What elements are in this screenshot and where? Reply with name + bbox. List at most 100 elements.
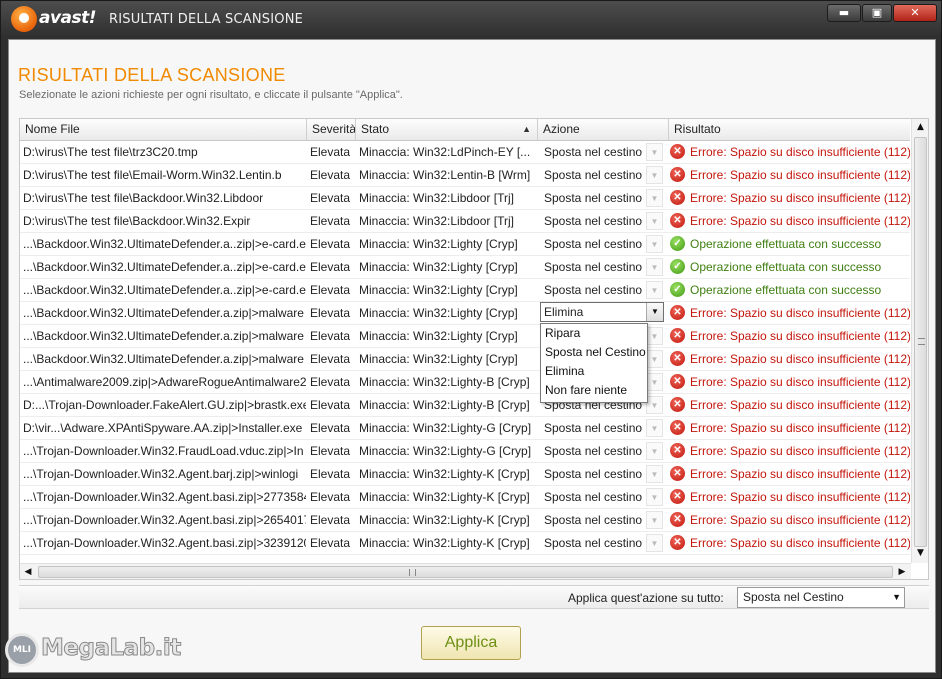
table-row[interactable]: ...\Backdoor.Win32.UltimateDefender.a..z… bbox=[20, 233, 910, 256]
success-check-icon: ✓ bbox=[670, 236, 685, 251]
cell-file-name: ...\Trojan-Downloader.Win32.Agent.basi.z… bbox=[23, 490, 306, 504]
error-x-icon: ✕ bbox=[670, 489, 685, 504]
dropdown-option-sposta[interactable]: Sposta nel Cestino bbox=[541, 343, 647, 362]
cell-severity: Elevata bbox=[310, 536, 351, 550]
cell-severity: Elevata bbox=[310, 168, 351, 182]
header-name[interactable]: Nome File bbox=[20, 119, 307, 141]
action-value: Sposta nel cestino bbox=[544, 444, 643, 458]
result-text: Errore: Spazio su disco insufficiente (1… bbox=[690, 329, 910, 343]
table-row[interactable]: ...\Trojan-Downloader.Win32.Agent.basi.z… bbox=[20, 486, 910, 509]
table-row[interactable]: D:\vir...\Adware.XPAntiSpyware.AA.zip|>I… bbox=[20, 417, 910, 440]
header-status[interactable]: Stato ▲ bbox=[356, 119, 538, 141]
chevron-down-icon[interactable]: ▼ bbox=[646, 488, 663, 506]
table-row[interactable]: ...\Backdoor.Win32.UltimateDefender.a.zi… bbox=[20, 348, 910, 371]
scroll-down-arrow-icon[interactable]: ▼ bbox=[912, 545, 928, 561]
chevron-down-icon[interactable]: ▼ bbox=[646, 189, 663, 207]
cell-file-name: ...\Backdoor.Win32.UltimateDefender.a..z… bbox=[23, 237, 306, 251]
chevron-down-icon[interactable]: ▼ bbox=[646, 419, 663, 437]
table-row[interactable]: ...\Trojan-Downloader.Win32.FraudLoad.vd… bbox=[20, 440, 910, 463]
action-select-value: Elimina bbox=[544, 305, 584, 319]
chevron-down-icon[interactable]: ▼ bbox=[646, 258, 663, 276]
header-result[interactable]: Risultato bbox=[669, 119, 910, 141]
header-action[interactable]: Azione bbox=[538, 119, 669, 141]
table-row[interactable]: D:\virus\The test file\trz3C20.tmp Elevat… bbox=[20, 141, 910, 164]
vertical-scroll-thumb[interactable] bbox=[914, 137, 927, 547]
close-button[interactable]: ✕ bbox=[893, 4, 937, 22]
cell-action-select[interactable]: Sposta nel cestino▼ bbox=[540, 164, 668, 187]
error-x-icon: ✕ bbox=[670, 144, 685, 159]
cell-action-select[interactable]: Sposta nel cestino▼ bbox=[540, 256, 668, 279]
horizontal-scrollbar[interactable]: ◀ ▶ bbox=[20, 563, 911, 579]
table-row[interactable]: D:...\Trojan-Downloader.FakeAlert.GU.zip… bbox=[20, 394, 910, 417]
chevron-down-icon[interactable]: ▼ bbox=[646, 166, 663, 184]
cell-result: ✕ Errore: Spazio su disco insufficiente (… bbox=[669, 486, 910, 509]
cell-action-select[interactable]: Sposta nel cestino▼ bbox=[540, 440, 668, 463]
action-value: Sposta nel cestino bbox=[544, 145, 643, 159]
cell-action-select[interactable]: Sposta nel cestino▼ bbox=[540, 463, 668, 486]
app-window: avast! RISULTATI DELLA SCANSIONE ▬ ▣ ✕ R… bbox=[0, 0, 942, 679]
chevron-down-icon[interactable]: ▼ bbox=[646, 511, 663, 529]
maximize-button[interactable]: ▣ bbox=[862, 4, 892, 22]
dropdown-option-elimina[interactable]: Elimina bbox=[541, 362, 647, 381]
chevron-down-icon[interactable]: ▼ bbox=[646, 212, 663, 230]
cell-action-select[interactable]: Sposta nel cestino▼ bbox=[540, 532, 668, 555]
cell-file-name: ...\Antimalware2009.zip|>AdwareRogueAnti… bbox=[23, 375, 306, 389]
dropdown-option-ripara[interactable]: Ripara bbox=[541, 324, 647, 343]
table-row[interactable]: D:\virus\The test file\Backdoor.Win32.Li… bbox=[20, 187, 910, 210]
result-text: Errore: Spazio su disco insufficiente (1… bbox=[690, 421, 910, 435]
scroll-left-arrow-icon[interactable]: ◀ bbox=[20, 564, 36, 579]
chevron-down-icon[interactable]: ▼ bbox=[646, 281, 663, 299]
table-row[interactable]: ...\Backdoor.Win32.UltimateDefender.a..z… bbox=[20, 279, 910, 302]
table-row[interactable]: ...\Backdoor.Win32.UltimateDefender.a..z… bbox=[20, 256, 910, 279]
table-row[interactable]: D:\virus\The test file\Email-Worm.Win32.… bbox=[20, 164, 910, 187]
cell-file-name: D:\virus\The test file\Backdoor.Win32.Ex… bbox=[23, 214, 251, 228]
title-bar[interactable]: avast! RISULTATI DELLA SCANSIONE ▬ ▣ ✕ bbox=[1, 1, 941, 39]
horizontal-scroll-thumb[interactable] bbox=[38, 566, 893, 578]
chevron-down-icon[interactable]: ▼ bbox=[646, 350, 663, 368]
table-row[interactable]: ...\Backdoor.Win32.UltimateDefender.a.zi… bbox=[20, 325, 910, 348]
cell-result: ✕ Errore: Spazio su disco insufficiente (… bbox=[669, 164, 910, 187]
scroll-right-arrow-icon[interactable]: ▶ bbox=[894, 564, 910, 579]
apply-button[interactable]: Applica bbox=[421, 626, 521, 660]
cell-action-select[interactable]: Sposta nel cestino▼ bbox=[540, 233, 668, 256]
table-row[interactable]: ...\Antimalware2009.zip|>AdwareRogueAnti… bbox=[20, 371, 910, 394]
error-x-icon: ✕ bbox=[670, 535, 685, 550]
action-value: Sposta nel cestino bbox=[544, 168, 643, 182]
chevron-down-icon[interactable]: ▼ bbox=[646, 465, 663, 483]
chevron-down-icon[interactable]: ▼ bbox=[646, 396, 663, 414]
cell-action-select[interactable]: Sposta nel cestino▼ bbox=[540, 141, 668, 164]
minimize-button[interactable]: ▬ bbox=[827, 4, 861, 22]
dropdown-option-non-fare-niente[interactable]: Non fare niente bbox=[541, 381, 647, 400]
app-name: avast! bbox=[39, 8, 97, 28]
action-select-active[interactable]: Elimina ▼ bbox=[540, 302, 664, 322]
chevron-down-icon[interactable]: ▼ bbox=[646, 373, 663, 391]
cell-result: ✕ Errore: Spazio su disco insufficiente (… bbox=[669, 302, 910, 325]
table-row[interactable]: D:\virus\The test file\Backdoor.Win32.Ex… bbox=[20, 210, 910, 233]
cell-action-select[interactable]: Sposta nel cestino▼ bbox=[540, 486, 668, 509]
cell-severity: Elevata bbox=[310, 237, 351, 251]
cell-action-select[interactable]: Sposta nel cestino▼ bbox=[540, 187, 668, 210]
cell-action-select[interactable]: Sposta nel cestino▼ bbox=[540, 279, 668, 302]
chevron-down-icon[interactable]: ▼ bbox=[646, 303, 663, 321]
table-row[interactable]: ...\Trojan-Downloader.Win32.Agent.basi.z… bbox=[20, 532, 910, 555]
scroll-up-arrow-icon[interactable]: ▲ bbox=[912, 119, 928, 135]
chevron-down-icon[interactable]: ▼ bbox=[646, 235, 663, 253]
cell-status: Minaccia: Win32:Lighty-G [Cryp] bbox=[359, 421, 532, 435]
table-row[interactable]: ...\Backdoor.Win32.UltimateDefender.a.zi… bbox=[20, 302, 910, 325]
cell-action-select[interactable]: Sposta nel cestino▼ bbox=[540, 509, 668, 532]
header-severity[interactable]: Severità bbox=[307, 119, 356, 141]
chevron-down-icon[interactable]: ▼ bbox=[646, 534, 663, 552]
chevron-down-icon[interactable]: ▼ bbox=[646, 442, 663, 460]
error-x-icon: ✕ bbox=[670, 351, 685, 366]
table-row[interactable]: ...\Trojan-Downloader.Win32.Agent.barj.z… bbox=[20, 463, 910, 486]
vertical-scrollbar[interactable]: ▲ ▼ bbox=[911, 119, 928, 563]
action-value: Sposta nel cestino bbox=[544, 237, 643, 251]
chevron-down-icon[interactable]: ▼ bbox=[646, 327, 663, 345]
apply-all-select[interactable]: Sposta nel Cestino ▼ bbox=[737, 587, 905, 608]
cell-action-select[interactable]: Sposta nel cestino▼ bbox=[540, 417, 668, 440]
cell-severity: Elevata bbox=[310, 421, 351, 435]
chevron-down-icon[interactable]: ▼ bbox=[646, 143, 663, 161]
table-row[interactable]: ...\Trojan-Downloader.Win32.Agent.basi.z… bbox=[20, 509, 910, 532]
cell-file-name: D:\virus\The test file\Email-Worm.Win32.… bbox=[23, 168, 282, 182]
cell-action-select[interactable]: Sposta nel cestino▼ bbox=[540, 210, 668, 233]
